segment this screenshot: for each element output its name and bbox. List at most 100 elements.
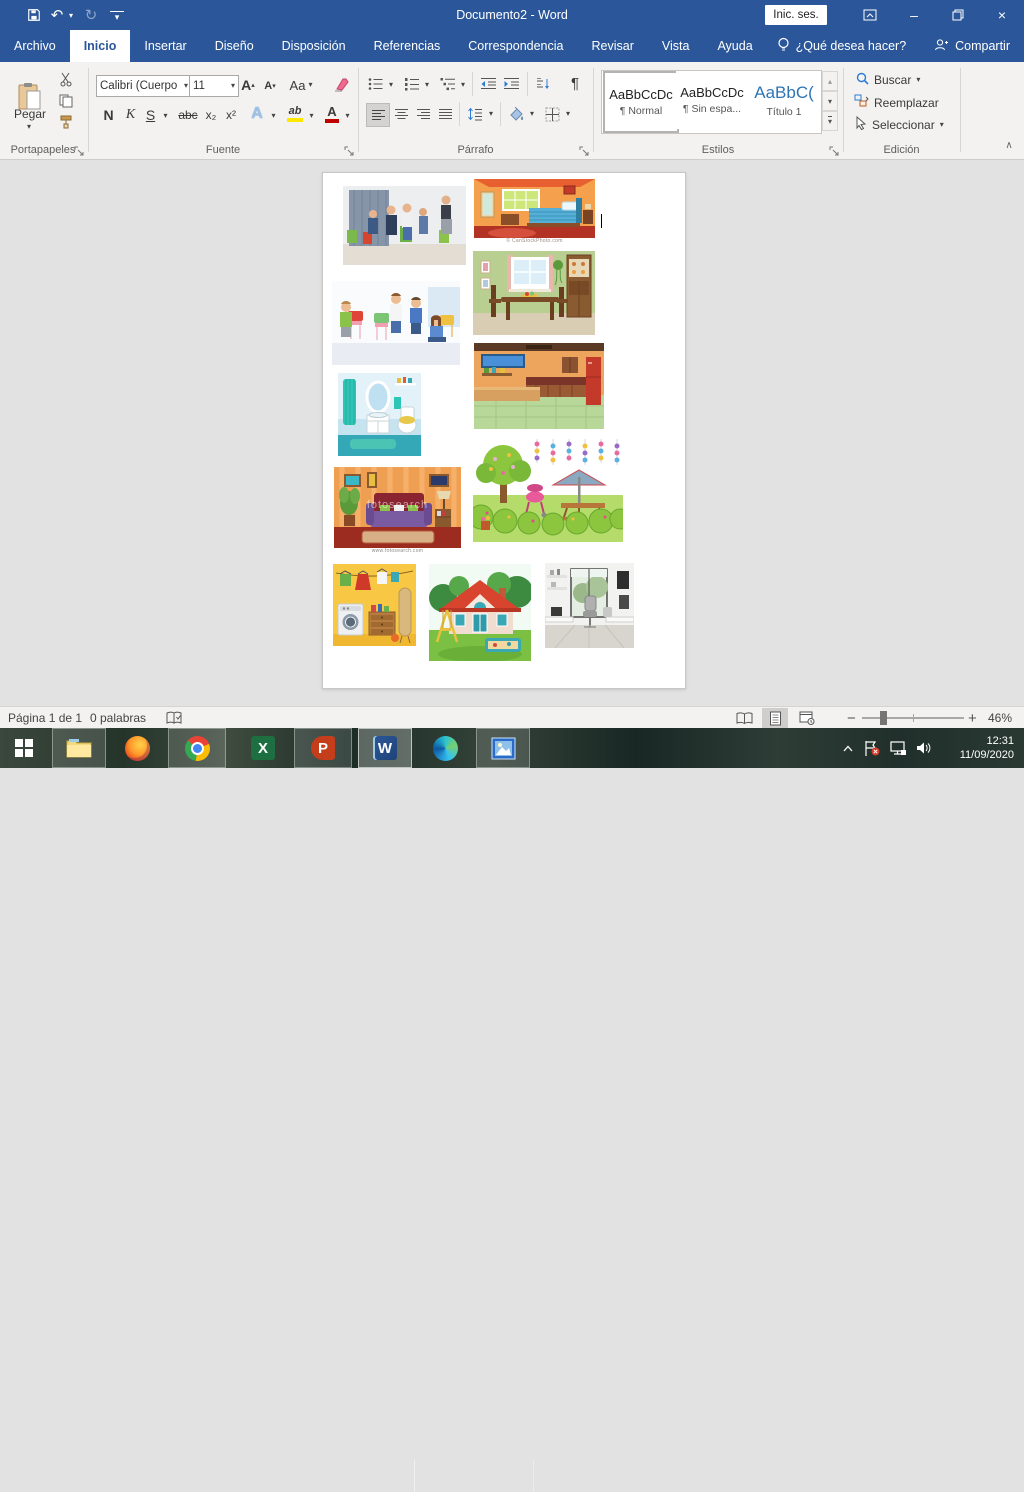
- word-button[interactable]: W: [358, 728, 412, 768]
- tray-volume-icon[interactable]: [912, 728, 936, 768]
- edge-button[interactable]: [420, 728, 470, 768]
- sort-icon[interactable]: [533, 74, 553, 94]
- print-layout-icon[interactable]: [762, 708, 788, 728]
- font-size-combobox[interactable]: 11 ▾: [189, 75, 239, 97]
- clear-formatting-icon[interactable]: [330, 73, 352, 95]
- image-laundry-room-cartoon[interactable]: [333, 564, 416, 646]
- tab-correspondencia[interactable]: Correspondencia: [454, 30, 577, 62]
- tab-ayuda[interactable]: Ayuda: [703, 30, 766, 62]
- text-effects-dropdown-icon[interactable]: ▾: [268, 110, 279, 122]
- read-mode-icon[interactable]: [731, 708, 757, 728]
- underline-dropdown-icon[interactable]: ▾: [160, 110, 171, 122]
- text-effects-button[interactable]: A: [248, 104, 266, 124]
- shading-dropdown-icon[interactable]: ▾: [527, 108, 537, 120]
- image-garden-cartoon[interactable]: [473, 439, 623, 542]
- close-icon[interactable]: ×: [980, 0, 1024, 30]
- sign-in-button[interactable]: Inic. ses.: [765, 5, 827, 25]
- chrome-button[interactable]: [168, 728, 226, 768]
- tab-revisar[interactable]: Revisar: [577, 30, 647, 62]
- grow-font-button[interactable]: A▴: [238, 75, 258, 95]
- zoom-in-button[interactable]: +: [968, 707, 977, 729]
- styles-scroll-up-icon[interactable]: ▴: [822, 71, 838, 91]
- multilevel-dropdown-icon[interactable]: ▾: [458, 80, 468, 90]
- shrink-font-button[interactable]: A▾: [261, 77, 279, 95]
- tray-flag-icon[interactable]: [860, 728, 884, 768]
- tab-insertar[interactable]: Insertar: [130, 30, 200, 62]
- firefox-button[interactable]: [112, 728, 162, 768]
- paste-dropdown-icon[interactable]: ▾: [22, 122, 36, 132]
- tab-vista[interactable]: Vista: [648, 30, 704, 62]
- styles-more-icon[interactable]: ▾: [822, 111, 838, 131]
- bullets-dropdown-icon[interactable]: ▾: [386, 80, 396, 90]
- font-dialog-launcher-icon[interactable]: [344, 144, 355, 155]
- styles-scroll-down-icon[interactable]: ▾: [822, 91, 838, 111]
- align-right-button[interactable]: [412, 103, 434, 125]
- justify-button[interactable]: [434, 103, 456, 125]
- tab-archivo[interactable]: Archivo: [0, 30, 70, 62]
- image-bathroom-cartoon[interactable]: [338, 373, 421, 456]
- excel-button[interactable]: X: [238, 728, 288, 768]
- tab-diseno[interactable]: Diseño: [201, 30, 268, 62]
- bullets-icon[interactable]: [366, 75, 385, 93]
- borders-icon[interactable]: [541, 103, 563, 125]
- numbering-dropdown-icon[interactable]: ▾: [422, 80, 432, 90]
- tab-disposicion[interactable]: Disposición: [268, 30, 360, 62]
- tell-me-box[interactable]: ¿Qué desea hacer?: [767, 30, 917, 62]
- font-name-combobox[interactable]: Calibri (Cuerpo ▾: [96, 75, 192, 97]
- styles-dialog-launcher-icon[interactable]: [829, 144, 840, 155]
- ribbon-display-options-icon[interactable]: [848, 0, 892, 30]
- font-color-button[interactable]: A: [322, 104, 342, 124]
- numbering-icon[interactable]: [402, 75, 421, 93]
- subscript-button[interactable]: x₂: [202, 106, 220, 124]
- highlight-dropdown-icon[interactable]: ▾: [306, 110, 317, 122]
- image-house-exterior-cartoon[interactable]: [429, 564, 531, 661]
- paste-label[interactable]: Pegar: [6, 106, 54, 122]
- show-marks-button[interactable]: ¶: [566, 73, 584, 93]
- underline-button[interactable]: S: [143, 105, 158, 124]
- font-color-dropdown-icon[interactable]: ▾: [342, 110, 353, 122]
- image-children-musical-chairs-photo[interactable]: [343, 186, 466, 265]
- image-bedroom-cartoon[interactable]: © CanStockPhoto.com: [474, 179, 595, 244]
- multilevel-list-icon[interactable]: [438, 75, 457, 93]
- page-indicator[interactable]: Página 1 de 1: [8, 707, 82, 729]
- share-button[interactable]: Compartir: [934, 30, 1010, 62]
- restore-icon[interactable]: [936, 0, 980, 30]
- style-sin-espaciado[interactable]: AaBbCcDc ¶ Sin espa...: [676, 71, 748, 129]
- powerpoint-button[interactable]: P: [294, 728, 352, 768]
- image-viewer-button[interactable]: [476, 728, 530, 768]
- paragraph-dialog-launcher-icon[interactable]: [579, 144, 590, 155]
- copy-icon[interactable]: [56, 92, 76, 109]
- line-spacing-icon[interactable]: [464, 103, 486, 125]
- align-center-button[interactable]: [390, 103, 412, 125]
- change-case-button[interactable]: Aa▾: [286, 75, 316, 95]
- align-left-button[interactable]: [366, 103, 390, 127]
- cut-icon[interactable]: [56, 71, 76, 88]
- style-normal[interactable]: AaBbCcDc ¶ Normal: [603, 71, 679, 133]
- file-explorer-button[interactable]: [52, 728, 106, 768]
- superscript-button[interactable]: x²: [222, 106, 240, 124]
- highlight-button[interactable]: ab: [284, 104, 306, 124]
- image-dining-room-cartoon[interactable]: [473, 251, 595, 335]
- style-titulo1[interactable]: AaBbC( Título 1: [748, 71, 820, 129]
- start-button[interactable]: [0, 728, 48, 768]
- tab-referencias[interactable]: Referencias: [360, 30, 455, 62]
- clipboard-dialog-launcher-icon[interactable]: [74, 144, 85, 155]
- proofing-icon[interactable]: [166, 707, 182, 729]
- bold-button[interactable]: N: [100, 105, 117, 124]
- tray-clock[interactable]: 12:31 11/09/2020: [938, 734, 1014, 762]
- find-button[interactable]: Buscar ▾: [856, 72, 920, 88]
- zoom-slider[interactable]: [862, 707, 964, 729]
- image-kitchen-cartoon[interactable]: [474, 343, 604, 429]
- increase-indent-icon[interactable]: [501, 75, 521, 93]
- zoom-slider-thumb[interactable]: [880, 711, 887, 725]
- select-button[interactable]: Seleccionar ▾: [855, 116, 944, 133]
- strikethrough-button[interactable]: abc: [176, 106, 200, 124]
- shading-icon[interactable]: [505, 103, 527, 125]
- replace-button[interactable]: Reemplazar: [854, 94, 939, 111]
- decrease-indent-icon[interactable]: [478, 75, 498, 93]
- collapse-ribbon-icon[interactable]: ∧: [1000, 138, 1018, 152]
- line-spacing-dropdown-icon[interactable]: ▾: [486, 108, 496, 120]
- borders-dropdown-icon[interactable]: ▾: [563, 108, 573, 120]
- document-page[interactable]: © CanStockPhoto.com: [322, 172, 686, 689]
- zoom-level[interactable]: 46%: [988, 707, 1012, 729]
